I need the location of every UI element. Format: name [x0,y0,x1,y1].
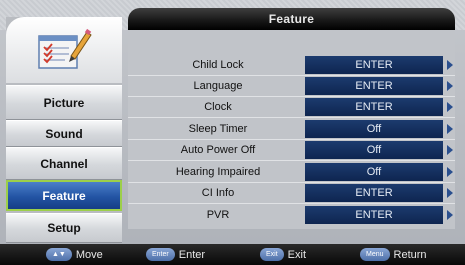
menu-key-icon: Menu [360,248,390,261]
setting-row-pvr[interactable]: PVR ENTER [128,205,455,225]
feature-icon-box [6,17,122,83]
setting-value[interactable]: Off [305,120,443,138]
setting-value[interactable]: Off [305,141,443,159]
setting-label: Hearing Impaired [175,166,261,178]
sidebar-item-feature[interactable]: Feature [6,180,122,211]
setting-row-ci-info[interactable]: CI Info ENTER [128,183,455,203]
setting-row-sleep-timer[interactable]: Sleep Timer Off [128,119,455,139]
setting-value[interactable]: Off [305,163,443,181]
chevron-right-icon [447,145,453,155]
hint-return: Menu Return [360,248,427,261]
setting-label: Sleep Timer [188,123,248,135]
setting-value[interactable]: ENTER [305,77,443,95]
move-key-icon: ▲▼ [46,248,72,261]
exit-key-icon: Exit [260,248,284,261]
chevron-right-icon [447,124,453,134]
chevron-right-icon [447,60,453,70]
divider [128,117,455,118]
sidebar-item-label: Setup [47,221,81,235]
setting-label: Language [193,80,243,92]
setting-value[interactable]: ENTER [305,98,443,116]
chevron-right-icon [447,102,453,112]
enter-key-icon: Enter [146,248,175,261]
sidebar-item-label: Sound [45,126,83,141]
setting-label: Clock [204,101,232,113]
sidebar: Picture Sound Channel Feature Setup [6,17,122,243]
hint-label: Enter [178,248,206,261]
setting-value[interactable]: ENTER [305,56,443,74]
divider [128,203,455,204]
setting-row-clock[interactable]: Clock ENTER [128,97,455,117]
setting-label: Auto Power Off [180,144,256,156]
setting-value[interactable]: ENTER [305,206,443,224]
hint-enter: Enter Enter [146,248,205,261]
checklist-pencil-icon [38,28,92,69]
page-title: Feature [128,8,455,30]
hint-move: ▲▼ Move [46,248,103,261]
setting-row-auto-power-off[interactable]: Auto Power Off Off [128,140,455,160]
sidebar-item-setup[interactable]: Setup [6,213,122,243]
hint-label: Exit [287,248,307,261]
hint-label: Return [393,248,427,261]
chevron-right-icon [447,81,453,91]
key-hints-bar: ▲▼ Move Enter Enter Exit Exit Menu Retur… [0,244,465,265]
setting-label: PVR [206,209,230,221]
chevron-right-icon [447,210,453,220]
setting-row-child-lock[interactable]: Child Lock ENTER [128,55,455,75]
setting-label: CI Info [201,187,235,199]
sidebar-item-picture[interactable]: Picture [6,85,122,120]
chevron-right-icon [447,167,453,177]
sidebar-item-channel[interactable]: Channel [6,147,122,180]
setting-value[interactable]: ENTER [305,184,443,202]
setting-row-hearing-impaired[interactable]: Hearing Impaired Off [128,162,455,182]
sidebar-item-label: Feature [42,188,86,203]
chevron-right-icon [447,188,453,198]
hint-exit: Exit Exit [260,248,306,261]
sidebar-item-label: Channel [40,156,88,171]
tv-menu-screen: Feature Picture Sound Channel Feature Se… [0,0,465,265]
divider [128,160,455,161]
sidebar-item-sound[interactable]: Sound [6,120,122,147]
setting-label: Child Lock [192,59,244,71]
feature-settings-panel: Child Lock ENTER Language ENTER Clock EN… [128,30,455,229]
setting-row-language[interactable]: Language ENTER [128,76,455,96]
hint-label: Move [75,248,103,261]
sidebar-item-label: Picture [43,95,85,110]
